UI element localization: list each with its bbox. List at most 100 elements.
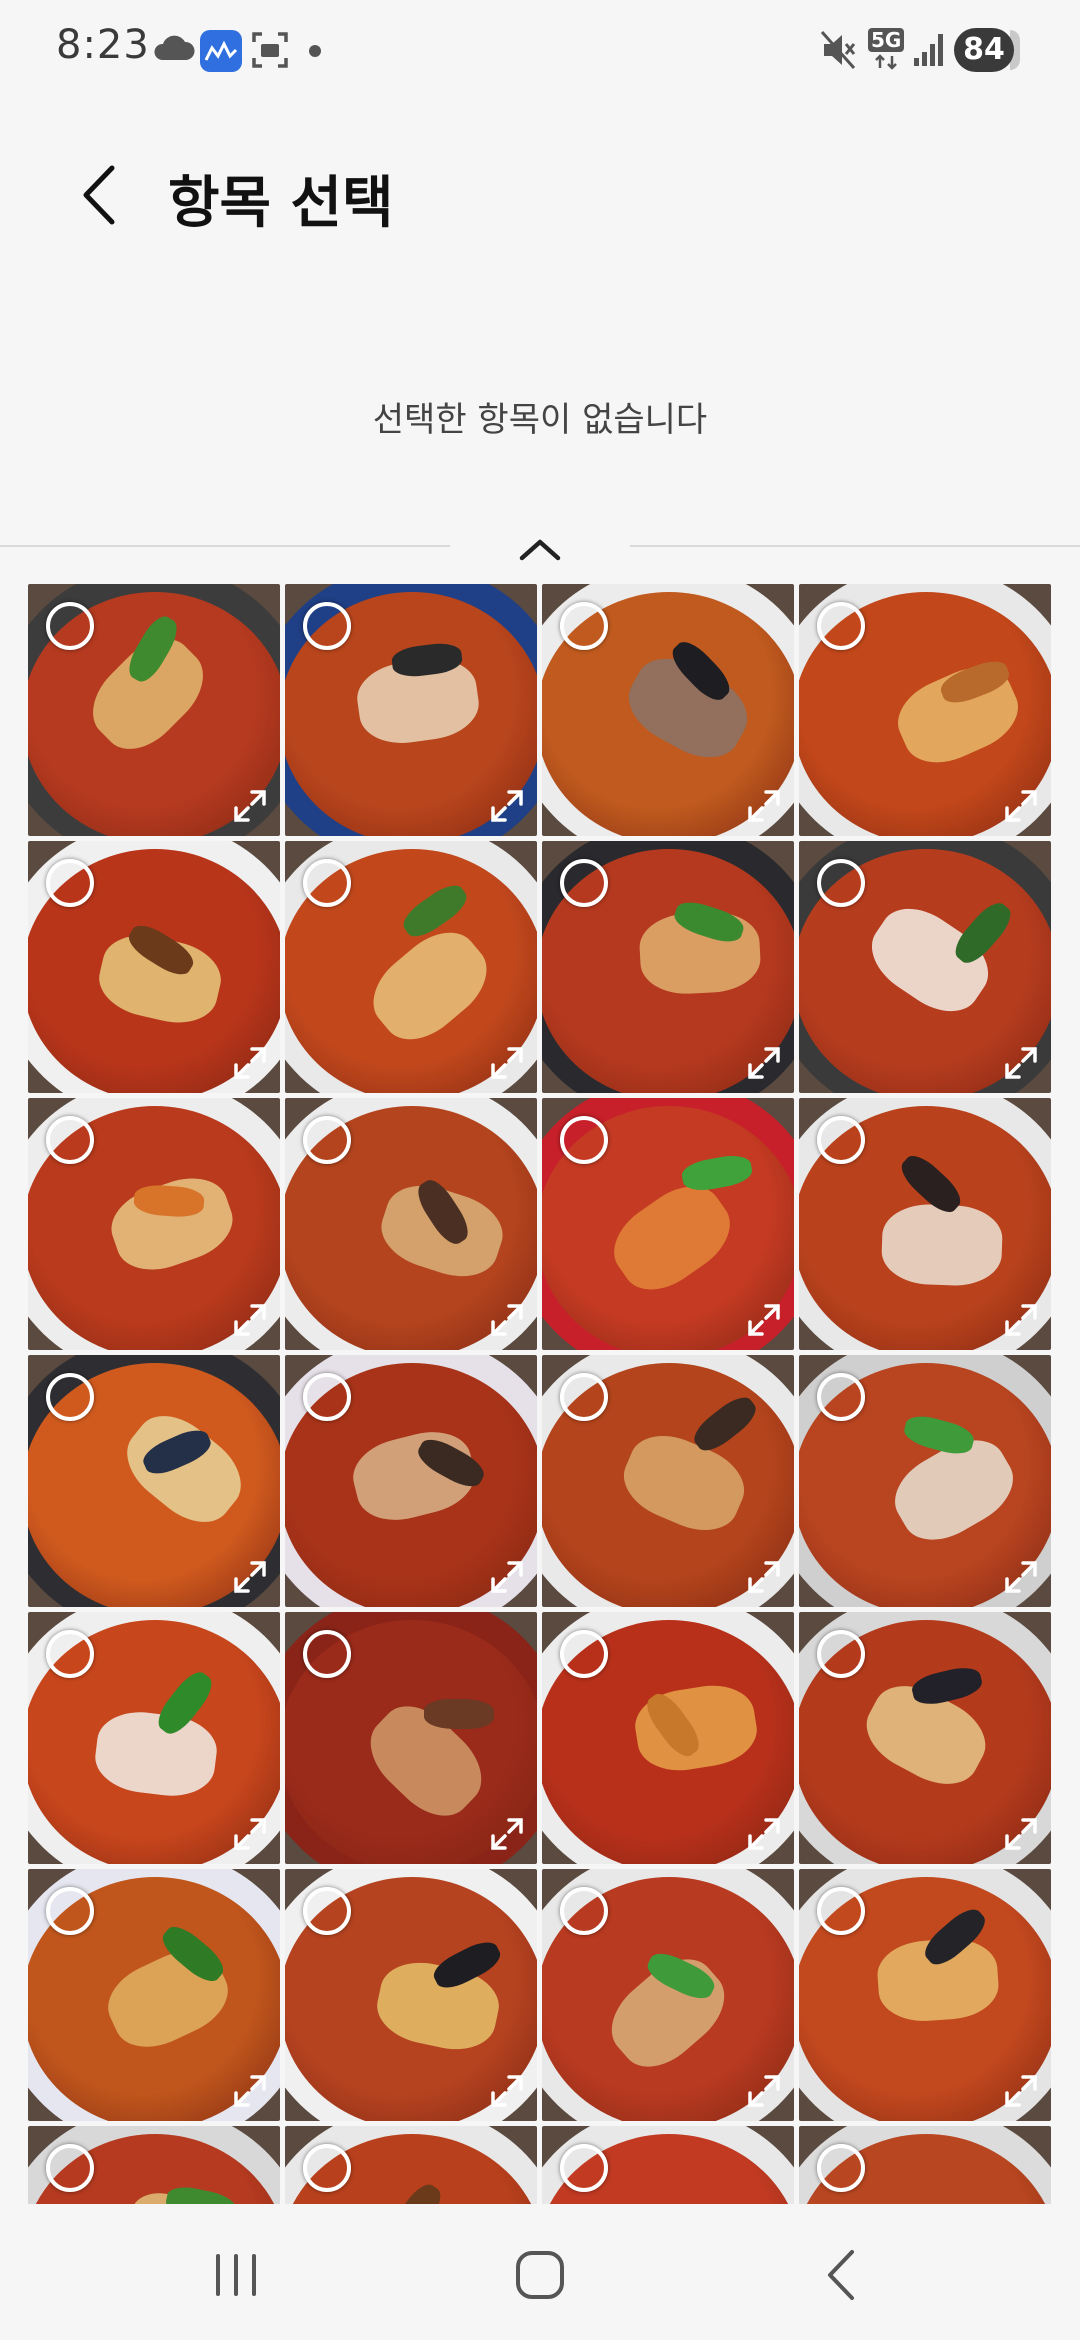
empty-selection-message: 선택한 항목이 없습니다 bbox=[372, 400, 708, 440]
photo-thumbnail[interactable] bbox=[799, 584, 1051, 836]
expand-icon[interactable] bbox=[230, 1300, 270, 1340]
recents-button[interactable] bbox=[196, 2240, 276, 2310]
photo-thumbnail[interactable] bbox=[542, 1355, 794, 1607]
select-checkbox[interactable] bbox=[560, 859, 608, 907]
screenshot-icon bbox=[252, 32, 288, 68]
expand-icon[interactable] bbox=[744, 786, 784, 826]
photo-thumbnail[interactable] bbox=[542, 1869, 794, 2121]
expand-icon[interactable] bbox=[744, 1814, 784, 1854]
photo-thumbnail[interactable] bbox=[799, 1869, 1051, 2121]
expand-icon[interactable] bbox=[1001, 1557, 1041, 1597]
select-checkbox[interactable] bbox=[560, 602, 608, 650]
photo-thumbnail[interactable] bbox=[28, 584, 280, 836]
expand-icon[interactable] bbox=[230, 1814, 270, 1854]
photo-grid[interactable] bbox=[28, 584, 1052, 2204]
select-checkbox[interactable] bbox=[303, 1116, 351, 1164]
expand-icon[interactable] bbox=[487, 1043, 527, 1083]
photo-thumbnail[interactable] bbox=[799, 1355, 1051, 1607]
select-checkbox[interactable] bbox=[303, 602, 351, 650]
photo-thumbnail[interactable] bbox=[799, 841, 1051, 1093]
expand-icon[interactable] bbox=[487, 786, 527, 826]
select-checkbox[interactable] bbox=[560, 1887, 608, 1935]
photo-thumbnail[interactable] bbox=[285, 1098, 537, 1350]
expand-icon[interactable] bbox=[744, 1300, 784, 1340]
expand-icon[interactable] bbox=[230, 786, 270, 826]
home-icon bbox=[516, 2251, 564, 2299]
select-checkbox[interactable] bbox=[817, 602, 865, 650]
battery-icon: 84 bbox=[954, 28, 1014, 72]
select-checkbox[interactable] bbox=[46, 859, 94, 907]
select-checkbox[interactable] bbox=[303, 1630, 351, 1678]
select-checkbox[interactable] bbox=[303, 1887, 351, 1935]
photo-thumbnail[interactable] bbox=[28, 1612, 280, 1864]
home-button[interactable] bbox=[500, 2240, 580, 2310]
select-checkbox[interactable] bbox=[46, 1373, 94, 1421]
expand-icon[interactable] bbox=[230, 1557, 270, 1597]
select-checkbox[interactable] bbox=[303, 859, 351, 907]
select-checkbox[interactable] bbox=[46, 1630, 94, 1678]
expand-icon[interactable] bbox=[1001, 2071, 1041, 2111]
select-checkbox[interactable] bbox=[46, 1887, 94, 1935]
expand-icon[interactable] bbox=[744, 1557, 784, 1597]
photo-thumbnail[interactable] bbox=[799, 1098, 1051, 1350]
expand-icon[interactable] bbox=[487, 1300, 527, 1340]
photo-thumbnail[interactable] bbox=[799, 1612, 1051, 1864]
app-notification-icon bbox=[200, 30, 242, 72]
expand-icon[interactable] bbox=[230, 2071, 270, 2111]
select-checkbox[interactable] bbox=[560, 1373, 608, 1421]
expand-icon[interactable] bbox=[1001, 1814, 1041, 1854]
select-checkbox[interactable] bbox=[560, 1630, 608, 1678]
dot-icon bbox=[309, 45, 321, 57]
photo-thumbnail[interactable] bbox=[285, 841, 537, 1093]
expand-icon[interactable] bbox=[487, 2071, 527, 2111]
photo-thumbnail[interactable] bbox=[542, 1098, 794, 1350]
expand-icon[interactable] bbox=[1001, 786, 1041, 826]
photo-thumbnail[interactable] bbox=[542, 1612, 794, 1864]
back-nav-button[interactable] bbox=[804, 2240, 884, 2310]
select-checkbox[interactable] bbox=[817, 859, 865, 907]
select-checkbox[interactable] bbox=[817, 1887, 865, 1935]
divider-right bbox=[630, 545, 1080, 547]
photo-thumbnail[interactable] bbox=[285, 1869, 537, 2121]
photo-thumbnail[interactable] bbox=[542, 584, 794, 836]
expand-icon[interactable] bbox=[487, 1557, 527, 1597]
expand-icon[interactable] bbox=[1001, 1300, 1041, 1340]
expand-icon[interactable] bbox=[487, 1814, 527, 1854]
photo-thumbnail[interactable] bbox=[28, 1355, 280, 1607]
select-checkbox[interactable] bbox=[46, 1116, 94, 1164]
photo-thumbnail[interactable] bbox=[285, 584, 537, 836]
photo-thumbnail[interactable] bbox=[285, 2126, 537, 2204]
select-checkbox[interactable] bbox=[817, 2144, 865, 2192]
photo-thumbnail[interactable] bbox=[28, 1869, 280, 2121]
expand-icon[interactable] bbox=[230, 1043, 270, 1083]
expand-icon[interactable] bbox=[744, 1043, 784, 1083]
photo-noodles bbox=[880, 1202, 1004, 1288]
photo-thumbnail[interactable] bbox=[285, 1612, 537, 1864]
mute-icon bbox=[820, 31, 856, 69]
select-checkbox[interactable] bbox=[817, 1630, 865, 1678]
photo-garnish bbox=[423, 1698, 495, 1730]
photo-thumbnail[interactable] bbox=[28, 841, 280, 1093]
select-checkbox[interactable] bbox=[303, 1373, 351, 1421]
photo-thumbnail[interactable] bbox=[542, 841, 794, 1093]
select-checkbox[interactable] bbox=[817, 1116, 865, 1164]
photo-thumbnail[interactable] bbox=[285, 1355, 537, 1607]
select-checkbox[interactable] bbox=[46, 602, 94, 650]
select-checkbox[interactable] bbox=[817, 1373, 865, 1421]
select-checkbox[interactable] bbox=[560, 2144, 608, 2192]
collapse-handle[interactable] bbox=[510, 528, 570, 568]
back-button[interactable] bbox=[72, 160, 132, 230]
photo-thumbnail[interactable] bbox=[542, 2126, 794, 2204]
expand-icon[interactable] bbox=[744, 2071, 784, 2111]
select-checkbox[interactable] bbox=[46, 2144, 94, 2192]
cloud-icon bbox=[154, 35, 195, 60]
expand-icon[interactable] bbox=[1001, 1043, 1041, 1083]
network-label: 5G bbox=[868, 28, 905, 52]
photo-thumbnail[interactable] bbox=[28, 1098, 280, 1350]
photo-thumbnail[interactable] bbox=[28, 2126, 280, 2204]
chevron-left-icon bbox=[83, 165, 115, 225]
select-checkbox[interactable] bbox=[303, 2144, 351, 2192]
recents-icon bbox=[216, 2254, 256, 2296]
photo-thumbnail[interactable] bbox=[799, 2126, 1051, 2204]
select-checkbox[interactable] bbox=[560, 1116, 608, 1164]
